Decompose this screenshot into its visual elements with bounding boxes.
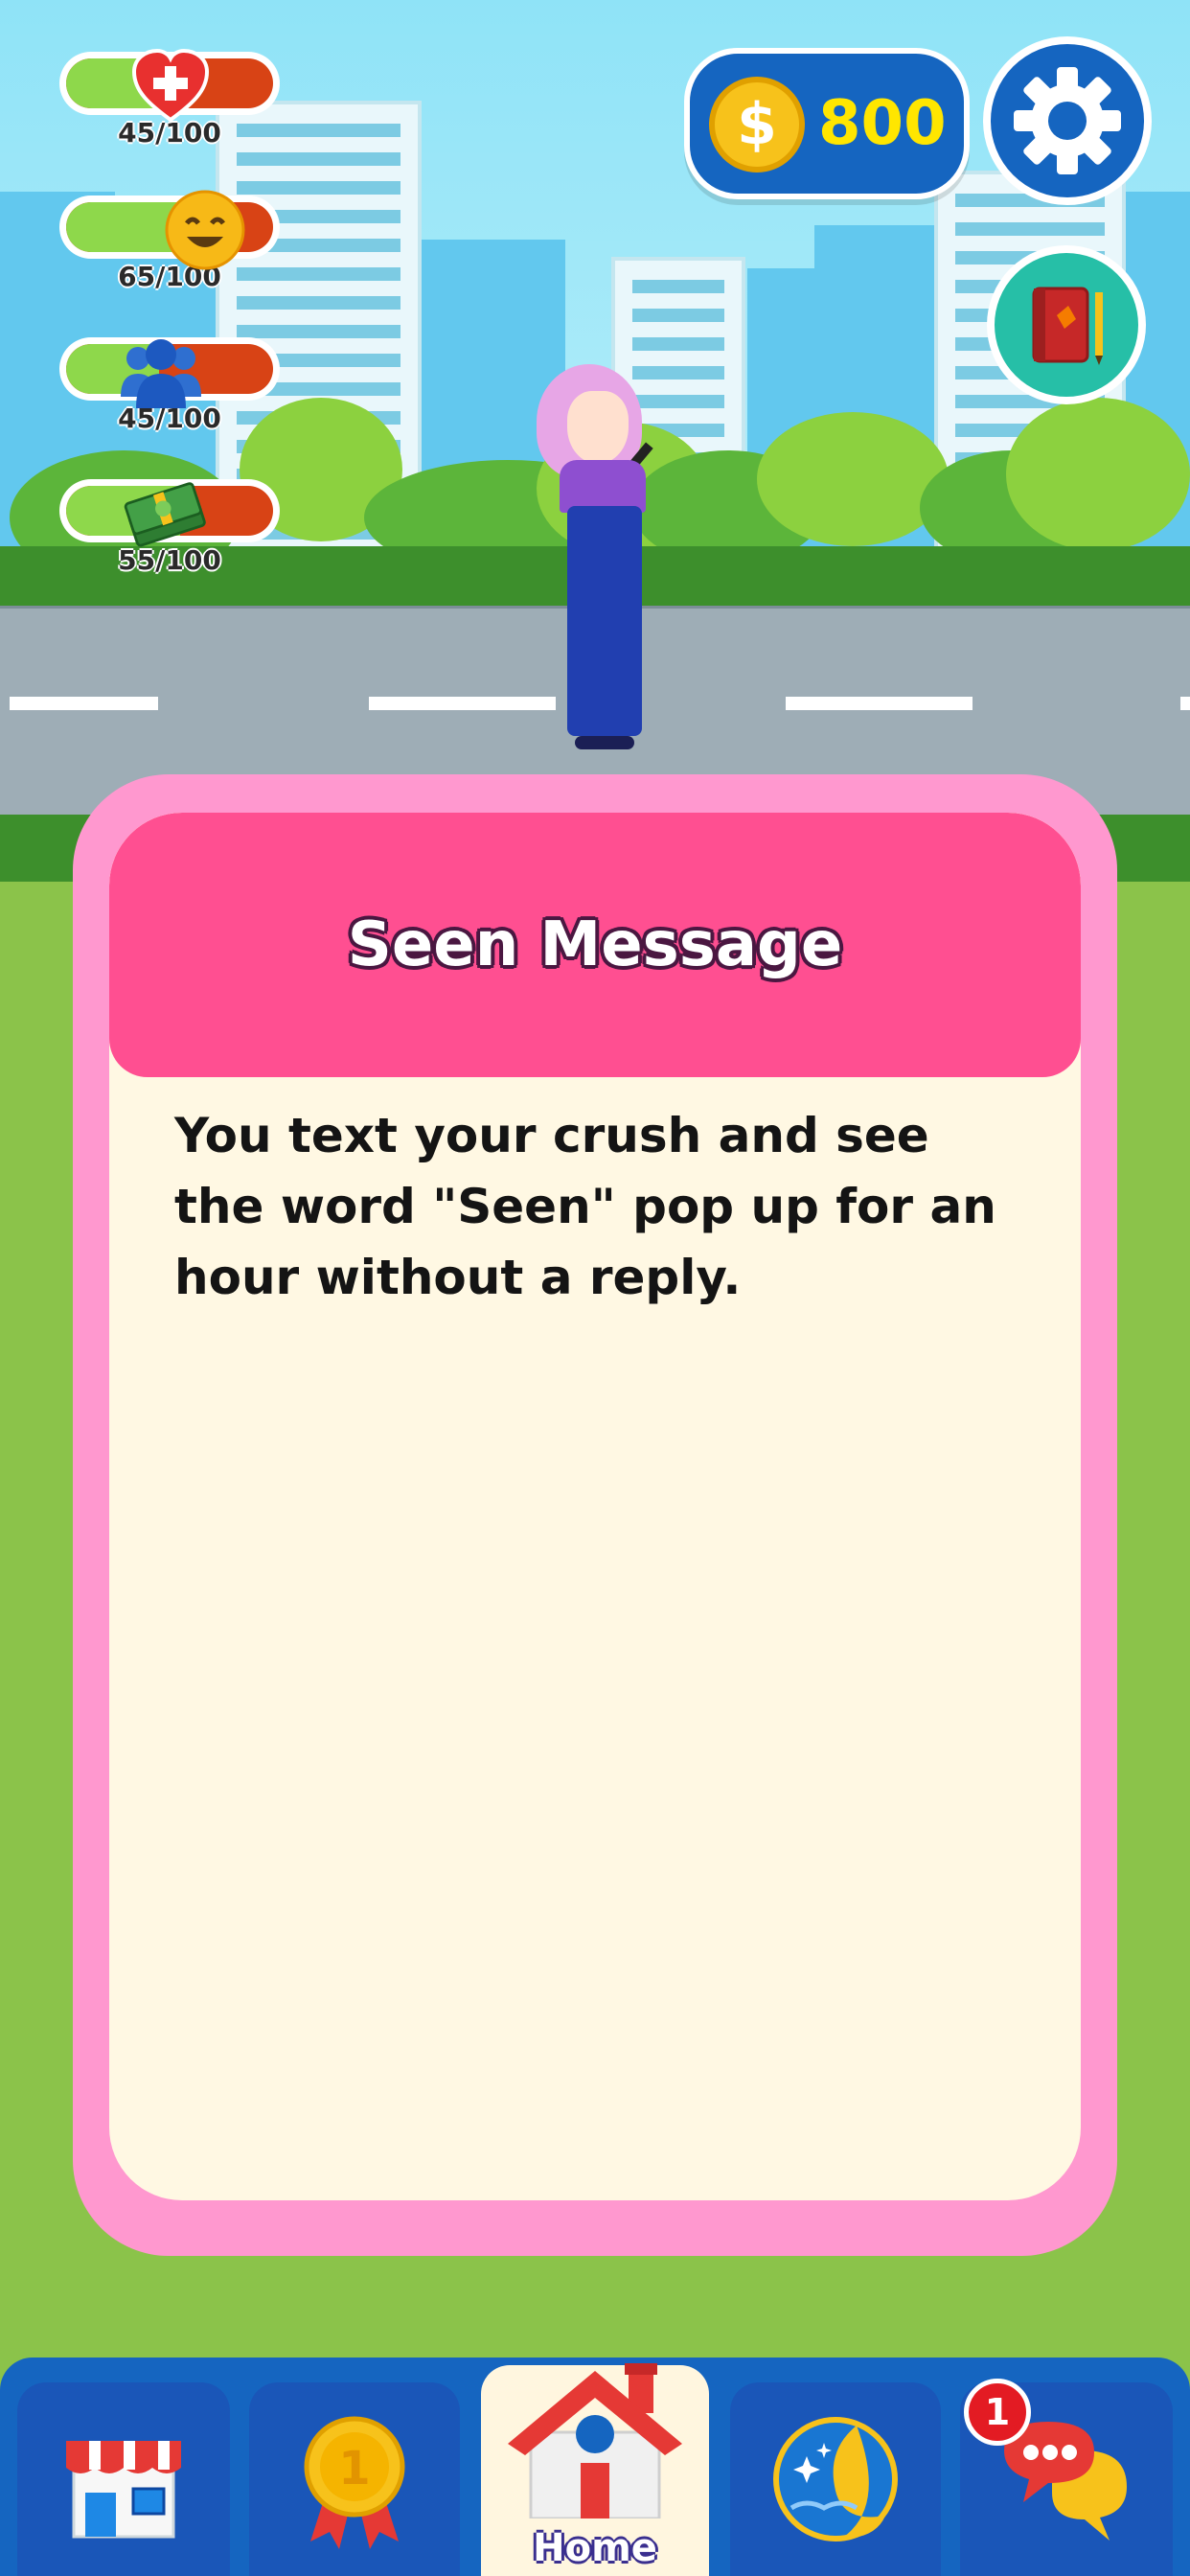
tab-home[interactable]: Home [481, 2363, 709, 2576]
stat-money: 55/100 [59, 479, 280, 576]
people-icon [117, 328, 205, 416]
tab-home-label: Home [533, 2526, 657, 2570]
heart-plus-icon [126, 42, 215, 130]
player-character[interactable] [517, 364, 671, 757]
moon-icon [773, 2417, 898, 2542]
tab-shop[interactable] [17, 2382, 230, 2576]
journal-button[interactable] [987, 245, 1146, 404]
notification-badge: 1 [964, 2379, 1031, 2446]
event-card: Seen Message You text your crush and see… [109, 813, 1081, 2200]
money-bar [59, 479, 280, 547]
smiley-icon [161, 186, 249, 274]
shop-icon [66, 2441, 181, 2539]
medal-icon: 1 [304, 2416, 405, 2549]
social-bar [59, 337, 280, 408]
dollar-coin-icon: $ [709, 77, 805, 172]
stat-health: 45/100 [59, 49, 280, 149]
stat-social: 45/100 [59, 337, 280, 434]
happiness-bar [59, 190, 280, 270]
coin-balance[interactable]: $ 800 [684, 48, 970, 199]
house-icon [508, 2363, 682, 2518]
gear-icon [1014, 67, 1121, 174]
event-card-header: Seen Message [109, 813, 1081, 1077]
bush [1006, 398, 1190, 551]
tab-sleep[interactable] [730, 2382, 941, 2576]
coin-amount: 800 [818, 88, 947, 159]
road-marking [786, 697, 973, 710]
medal-number: 1 [338, 2442, 370, 2496]
cash-icon [121, 470, 209, 558]
event-title: Seen Message [347, 909, 843, 980]
road-marking [1180, 697, 1190, 710]
road-marking [10, 697, 158, 710]
tab-achievements[interactable]: 1 [249, 2382, 460, 2576]
settings-button[interactable] [983, 36, 1152, 205]
health-bar [59, 49, 280, 123]
notebook-icon [1032, 287, 1103, 365]
event-description: You text your crush and see the word "Se… [174, 1108, 996, 1305]
stat-happiness: 65/100 [59, 190, 280, 292]
bush [757, 412, 949, 546]
